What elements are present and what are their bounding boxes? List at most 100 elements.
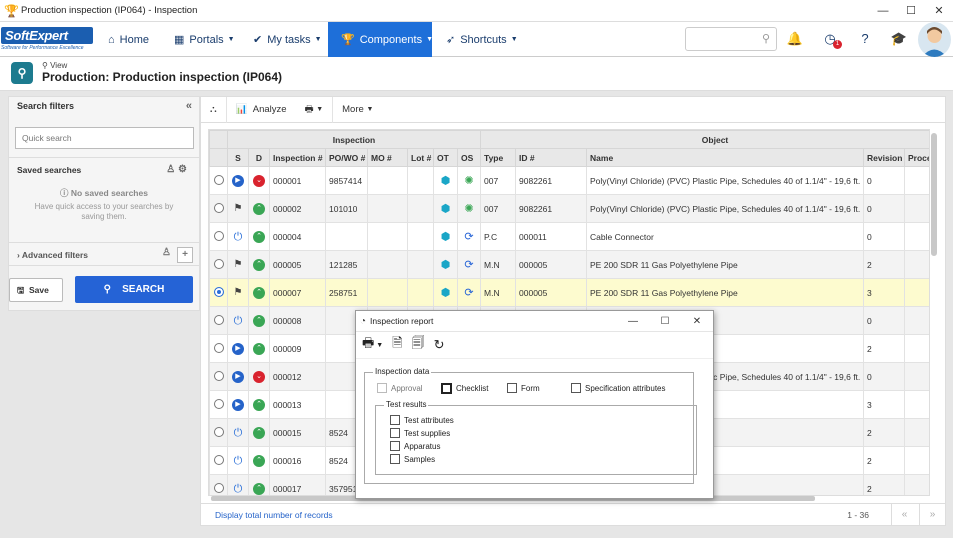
row-select[interactable] [209, 446, 228, 475]
row-select[interactable] [209, 278, 228, 307]
row-radio[interactable] [213, 174, 224, 185]
samples-checkbox[interactable]: Samples [390, 454, 435, 464]
dialog-minimize-button[interactable]: — [617, 311, 649, 332]
hierarchy-button[interactable]: ⛬ [201, 96, 227, 123]
row-select[interactable] [209, 418, 228, 447]
row-select[interactable] [209, 390, 228, 419]
maximize-button[interactable]: ☐ [897, 0, 925, 22]
column-header[interactable]: OS [456, 148, 482, 167]
advanced-filters[interactable]: › Advanced filters ♙ + [9, 242, 199, 266]
column-header[interactable]: Name [586, 148, 865, 167]
softexpert-logo[interactable]: SoftExpert Software for Performance Exce… [1, 27, 93, 51]
table-row[interactable]: ⚑ ⌃ 000007 258751 ⬢ ⟳ M.N 000005 PE 200 SDR 11 G… [209, 278, 929, 307]
help-icon[interactable]: ? [855, 29, 875, 49]
apparatus-checkbox[interactable]: Apparatus [390, 441, 440, 451]
display-total-link[interactable]: Display total number of records [215, 510, 333, 520]
table-row[interactable]: ▶ ⌄ 000001 9857414 ⬢ ✺ 007 9082261 Poly(Vinyl Ch… [209, 166, 929, 195]
dialog-close-button[interactable]: ✕ [681, 311, 713, 332]
close-window-button[interactable]: ✕ [925, 0, 953, 22]
column-header[interactable]: Inspection # [269, 148, 326, 167]
nav-portals[interactable]: ▦ Portals ▼ [174, 22, 235, 57]
row-radio[interactable] [213, 342, 224, 353]
test-supplies-checkbox[interactable]: Test supplies [390, 428, 450, 438]
search-button[interactable]: ⚲ SEARCH [75, 276, 193, 303]
row-select[interactable] [209, 194, 228, 223]
column-header[interactable]: OT [433, 148, 458, 167]
collapse-icon[interactable]: « [186, 100, 192, 112]
status-cell: ⏻ [227, 418, 249, 447]
gear-icon[interactable]: ⚙ [178, 164, 187, 175]
table-row[interactable]: ⚑ ⌃ 000005 121285 ⬢ ⟳ M.N 000005 PE 200 SDR 11 G… [209, 250, 929, 279]
row-select[interactable] [209, 250, 228, 279]
inspection-number: 000007 [269, 278, 326, 307]
approval-checkbox[interactable]: Approval [377, 383, 423, 393]
status-cell: ⏻ [227, 446, 249, 475]
row-radio[interactable] [213, 314, 224, 325]
column-header[interactable]: Proce [904, 148, 929, 167]
checklist-checkbox[interactable]: Checklist [441, 383, 488, 394]
row-radio[interactable] [213, 202, 224, 213]
column-header[interactable]: Revision [863, 148, 906, 167]
row-select[interactable] [209, 474, 228, 495]
deadline-cell: ⌃ [248, 390, 270, 419]
column-header[interactable]: MO # [367, 148, 408, 167]
row-radio[interactable] [213, 286, 224, 297]
row-radio[interactable] [213, 398, 224, 409]
row-radio[interactable] [213, 426, 224, 437]
dialog-maximize-button[interactable]: ☐ [649, 311, 681, 332]
print-button[interactable]: 🖶 ▼ [296, 96, 334, 123]
save-button[interactable]: 🖫 Save [9, 278, 63, 302]
add-filter-icon[interactable]: + [177, 247, 193, 263]
column-header[interactable]: D [248, 148, 270, 167]
os-cell: ⟳ [456, 222, 482, 251]
form-checkbox[interactable]: Form [507, 383, 540, 393]
nav-home[interactable]: ⌂ Home [108, 22, 149, 57]
row-select[interactable] [209, 222, 228, 251]
column-header[interactable]: Lot # [407, 148, 434, 167]
global-search-input[interactable]: ⚲ [685, 27, 777, 51]
prev-page-button[interactable]: « [891, 504, 917, 526]
bell-icon[interactable]: 🔔 [785, 29, 805, 49]
revision-cell: 0 [863, 166, 906, 195]
more-button[interactable]: More ▼ [333, 97, 382, 123]
avatar[interactable] [918, 22, 951, 57]
minimize-button[interactable]: — [869, 0, 897, 22]
column-header[interactable]: ID # [515, 148, 588, 167]
analyze-button[interactable]: 📊 Analyze [227, 97, 296, 123]
nav-mytasks[interactable]: ✔ My tasks ▼ [253, 22, 322, 57]
graduation-cap-icon[interactable]: 🎓 [889, 29, 909, 49]
spec-attributes-checkbox[interactable]: Specification attributes [571, 383, 666, 393]
row-select[interactable] [209, 306, 228, 335]
chevron-down-icon: ▼ [426, 36, 434, 43]
row-radio[interactable] [213, 258, 224, 269]
row-select[interactable] [209, 362, 228, 391]
broom-icon[interactable]: ♙ [166, 164, 175, 175]
refresh-icon[interactable]: ↻ [434, 337, 445, 353]
broom-icon[interactable]: ♙ [162, 247, 171, 263]
test-attributes-checkbox[interactable]: Test attributes [390, 415, 454, 425]
nav-shortcuts[interactable]: ➶ Shortcuts ▼ [446, 22, 518, 57]
export-icon[interactable]: 🗎 [392, 334, 402, 356]
printer-icon[interactable]: 🖶 ▼ [362, 334, 383, 356]
row-radio[interactable] [213, 370, 224, 381]
nav-components[interactable]: 🏆 Components ▼ [328, 22, 434, 57]
quick-search-input[interactable]: Quick search [15, 127, 194, 149]
vertical-scrollbar[interactable] [931, 133, 937, 256]
row-select[interactable] [209, 334, 228, 363]
column-header[interactable]: Type [480, 148, 517, 167]
row-radio[interactable] [213, 230, 224, 241]
table-row[interactable]: ⏻ ⌃ 000004 ⬢ ⟳ P.C 000011 Cable Connector 0 [209, 222, 929, 251]
export-alt-icon[interactable]: 🗐 [412, 334, 425, 356]
clock-icon[interactable]: ◷ 1 [820, 29, 842, 49]
column-header[interactable]: S [227, 148, 249, 167]
grid-toolbar: ⛬ 📊 Analyze 🖶 ▼ More ▼ [201, 96, 945, 123]
row-select[interactable] [209, 166, 228, 195]
id-cell: 000011 [515, 222, 588, 251]
row-radio[interactable] [213, 454, 224, 465]
next-page-button[interactable]: » [919, 504, 945, 526]
table-row[interactable]: ⚑ ⌃ 000002 101010 ⬢ ✺ 007 9082261 Poly(Vinyl Chl… [209, 194, 929, 223]
row-radio[interactable] [213, 482, 224, 493]
window-titlebar: 🏆 Production inspection (IP064) - Inspec… [0, 0, 953, 22]
column-header[interactable]: PO/WO # [325, 148, 368, 167]
mo-number [367, 166, 408, 195]
